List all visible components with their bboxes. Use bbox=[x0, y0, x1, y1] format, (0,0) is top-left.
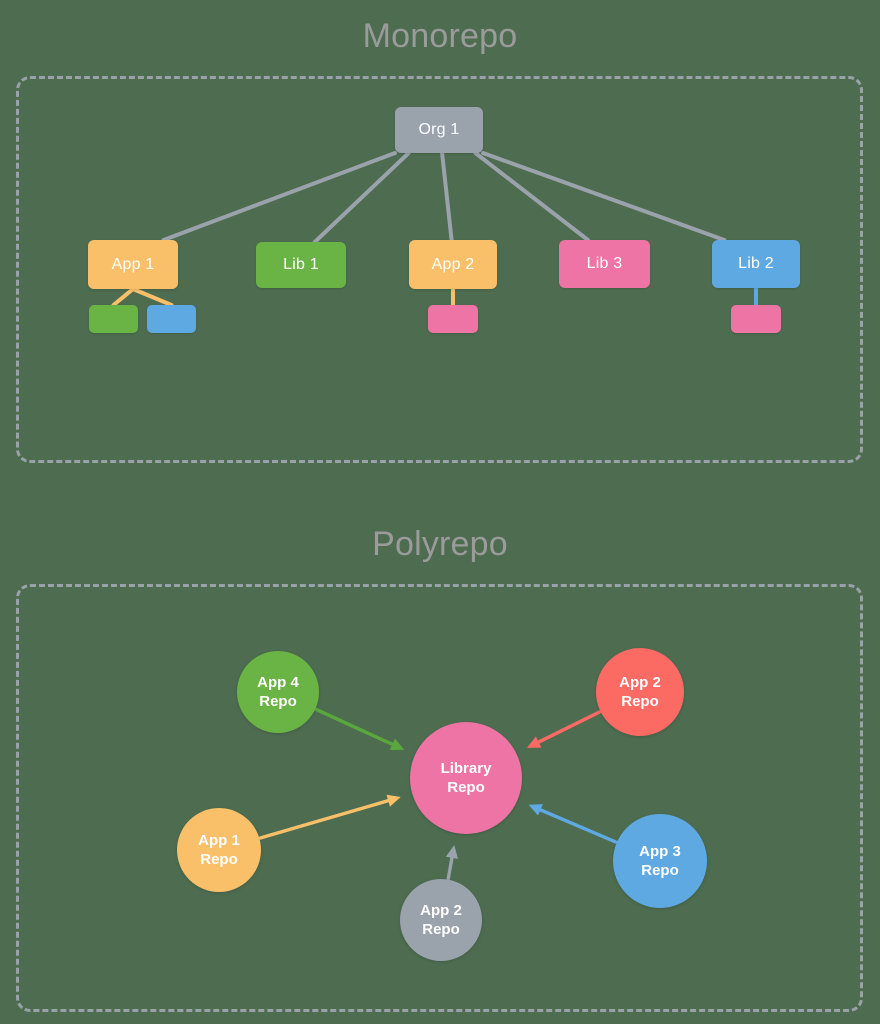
monorepo-leaf-lib-2-pink[interactable] bbox=[731, 305, 781, 333]
monorepo-node-app-1-label: App 1 bbox=[111, 255, 155, 273]
polyrepo-node-app-3-repo[interactable]: App 3 Repo bbox=[613, 814, 707, 908]
polyrepo-node-app-2-repo-gray[interactable]: App 2 Repo bbox=[400, 879, 482, 961]
polyrepo-section-title: Polyrepo bbox=[372, 525, 508, 563]
polyrepo-node-app-1-repo-label-line-1: App 1 bbox=[198, 832, 240, 849]
monorepo-leaf-app-1-green[interactable] bbox=[89, 305, 138, 333]
monorepo-node-lib-1-label: Lib 1 bbox=[283, 256, 319, 273]
monorepo-node-lib-3-label: Lib 3 bbox=[586, 255, 623, 272]
monorepo-section-title: Monorepo bbox=[362, 17, 518, 55]
polyrepo-node-app-2-repo-gray-label-line-2: Repo bbox=[422, 921, 460, 938]
monorepo-node-app-1[interactable]: App 1 bbox=[88, 240, 178, 289]
monorepo-node-app-2-label: App 2 bbox=[431, 255, 475, 273]
polyrepo-node-library-repo-label-line-1: Library bbox=[440, 760, 492, 777]
monorepo-node-org-1-label: Org 1 bbox=[418, 121, 460, 138]
polyrepo-node-library-repo-label-line-2: Repo bbox=[447, 779, 485, 796]
polyrepo-node-app-4-repo-label-line-1: App 4 bbox=[257, 674, 299, 691]
monorepo-leaf-app-2-pink[interactable] bbox=[428, 305, 478, 333]
polyrepo-node-app-2-repo-gray-label-line-1: App 2 bbox=[420, 902, 462, 919]
monorepo-node-lib-3[interactable]: Lib 3 bbox=[559, 240, 650, 288]
monorepo-node-lib-2[interactable]: Lib 2 bbox=[712, 240, 800, 288]
polyrepo-node-app-3-repo-label-line-2: Repo bbox=[641, 862, 679, 879]
monorepo-node-lib-2-label: Lib 2 bbox=[738, 255, 774, 272]
polyrepo-node-app-2-repo-red-label-line-1: App 2 bbox=[619, 674, 661, 691]
polyrepo-node-app-1-repo-label-line-2: Repo bbox=[200, 851, 238, 868]
polyrepo-node-app-4-repo-label-line-2: Repo bbox=[259, 693, 297, 710]
diagram-canvas: Monorepo Polyrepo Org 1 App 1 Lib 1 App … bbox=[0, 0, 880, 1024]
monorepo-node-org-1[interactable]: Org 1 bbox=[395, 107, 483, 153]
polyrepo-node-library-repo[interactable]: Library Repo bbox=[410, 722, 522, 834]
monorepo-node-app-2[interactable]: App 2 bbox=[409, 240, 497, 289]
polyrepo-node-app-4-repo[interactable]: App 4 Repo bbox=[237, 651, 319, 733]
polyrepo-node-app-3-repo-label-line-1: App 3 bbox=[639, 843, 681, 860]
polyrepo-node-app-2-repo-red-label-line-2: Repo bbox=[621, 693, 659, 710]
monorepo-leaf-app-1-blue[interactable] bbox=[147, 305, 196, 333]
polyrepo-node-app-1-repo[interactable]: App 1 Repo bbox=[177, 808, 261, 892]
monorepo-node-lib-1[interactable]: Lib 1 bbox=[256, 242, 346, 288]
polyrepo-node-app-2-repo-red[interactable]: App 2 Repo bbox=[596, 648, 684, 736]
